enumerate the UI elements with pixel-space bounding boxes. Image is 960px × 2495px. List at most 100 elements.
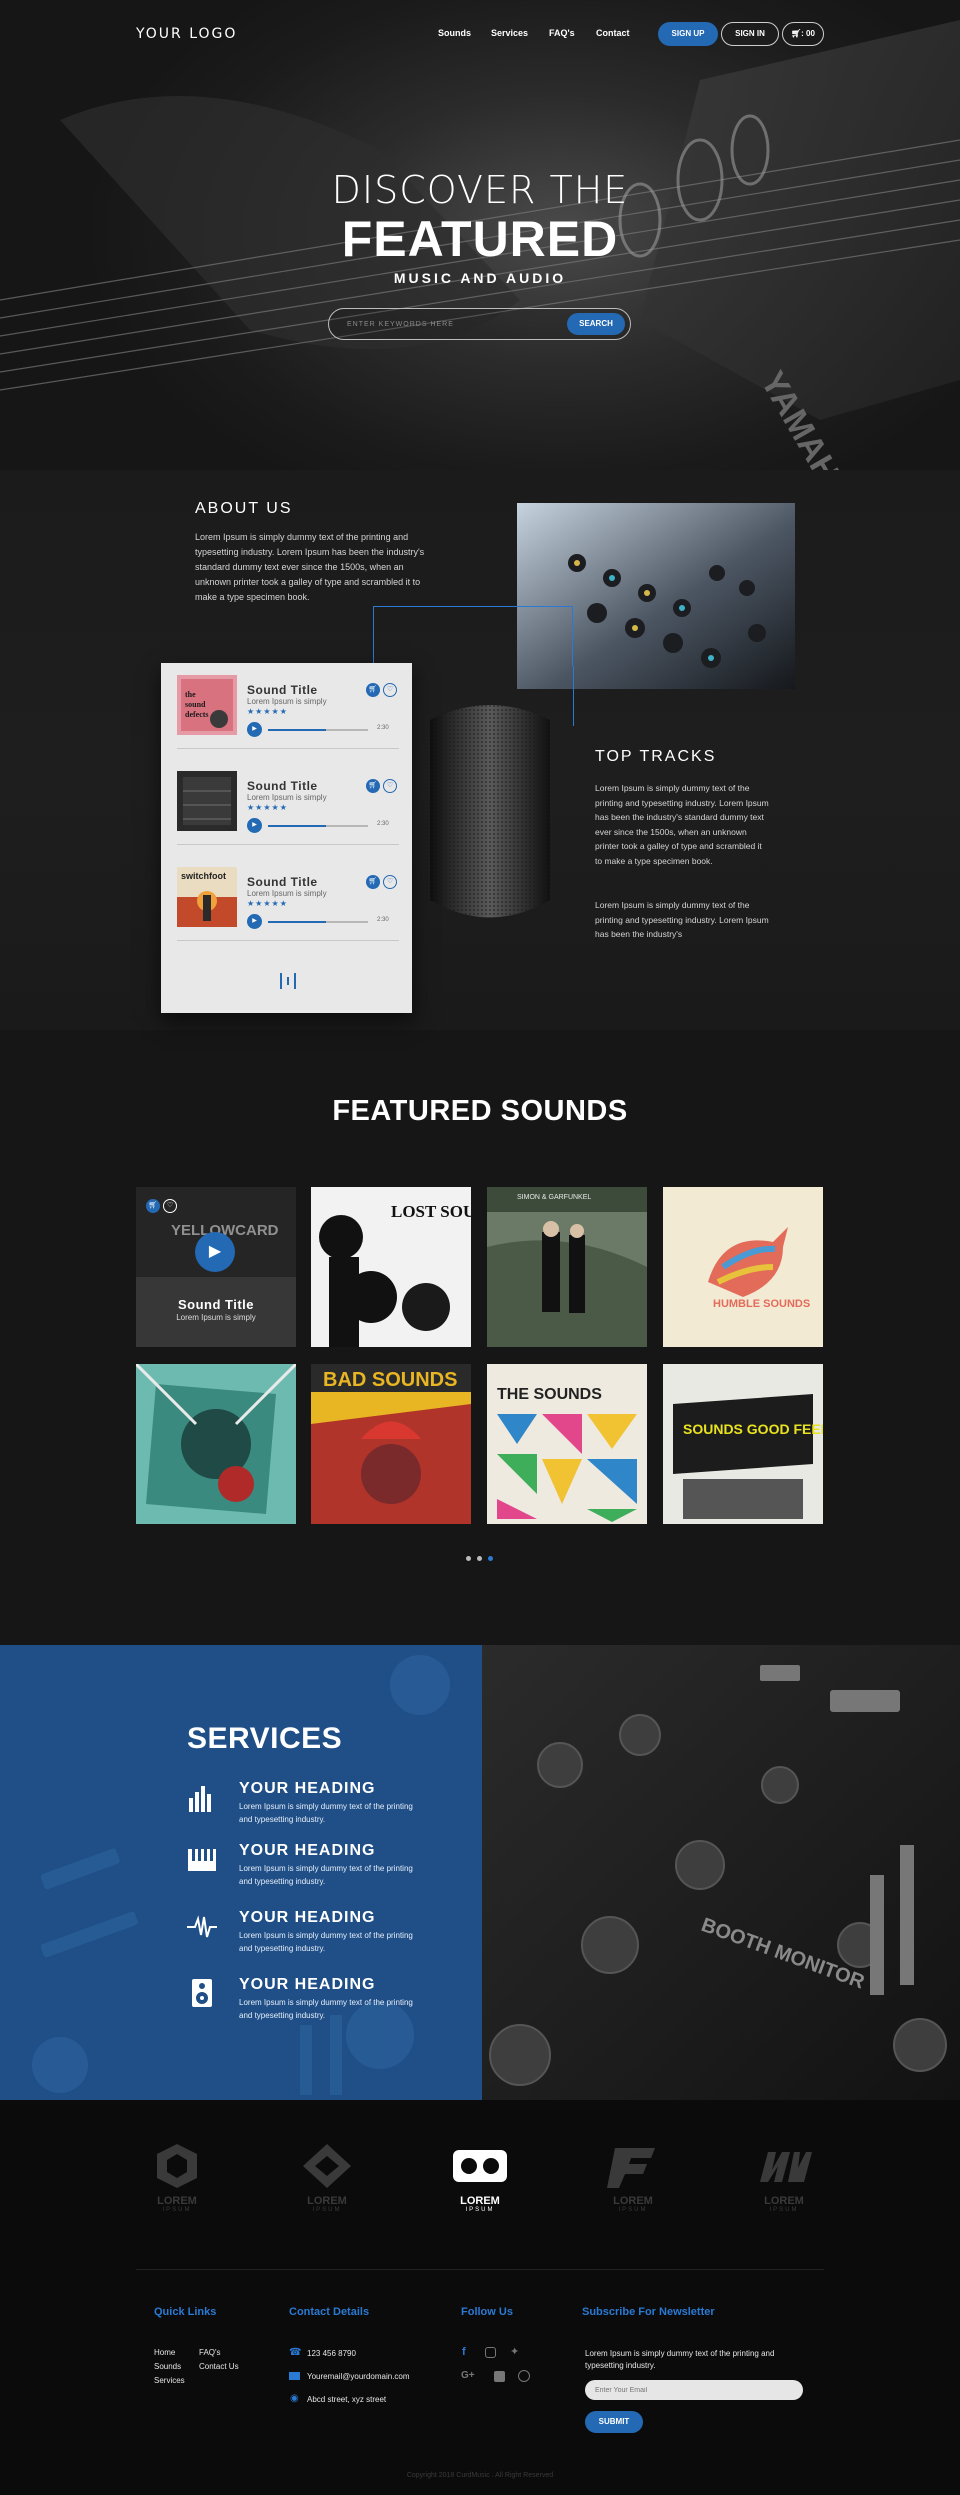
partner-sub: IPSUM	[312, 2207, 342, 2213]
connector-line	[373, 606, 573, 666]
progress-bar[interactable]	[268, 921, 368, 923]
nav-faqs[interactable]: FAQ's	[549, 28, 575, 38]
service-item: YOUR HEADING Lorem Ipsum is simply dummy…	[187, 1909, 487, 1969]
carousel-dot-active[interactable]	[488, 1556, 493, 1561]
star-rating: ★★★★★	[247, 803, 288, 812]
search-input[interactable]	[347, 317, 547, 331]
facebook-icon[interactable]: f	[462, 2346, 466, 2358]
track-item[interactable]: Sound Title Lorem Ipsum is simply ★★★★★ …	[177, 763, 399, 845]
partner-logo[interactable]: LOREM IPSUM	[147, 2142, 207, 2213]
pinterest-icon[interactable]	[518, 2370, 530, 2382]
submit-button[interactable]: SUBMIT	[585, 2411, 643, 2433]
site-footer: Quick Links Home Sounds Services FAQ's C…	[0, 2270, 960, 2495]
nav-services[interactable]: Services	[491, 28, 528, 38]
cart-icon[interactable]: 🛒︎	[366, 875, 380, 889]
track-item[interactable]: the sound defects Sound Title Lorem Ipsum …	[177, 667, 399, 749]
f-letter-logo-icon	[607, 2148, 655, 2188]
track-cover-3: switchfoot	[177, 867, 237, 927]
service-title: YOUR HEADING	[239, 1842, 376, 1859]
partner-sub: IPSUM	[465, 2207, 495, 2213]
carousel-dot[interactable]	[466, 1556, 471, 1561]
heart-icon[interactable]: ♡	[383, 683, 397, 697]
track-cover-1: the sound defects	[177, 675, 237, 735]
cart-count: : 00	[801, 29, 815, 38]
about-text: Lorem Ipsum is simply dummy text of the …	[195, 532, 425, 602]
sound-tile[interactable]: HUMBLE SOUNDS	[663, 1187, 823, 1347]
connector-line-2	[573, 666, 574, 726]
sound-tile[interactable]: SOUNDS GOOD FEELS GOOD	[663, 1364, 823, 1524]
footer-link-faqs[interactable]: FAQ's	[199, 2348, 221, 2357]
service-text: Lorem Ipsum is simply dummy text of the …	[239, 1998, 413, 2020]
featured-heading: FEATURED SOUNDS	[332, 1095, 628, 1127]
contact-heading: Contact Details	[289, 2306, 370, 2318]
svg-text:LOST SOUNDS: LOST SOUNDS	[391, 1202, 471, 1221]
heart-icon[interactable]: ♡	[383, 779, 397, 793]
heart-icon[interactable]: ♡	[383, 875, 397, 889]
partner-logo[interactable]: LOREM IPSUM	[297, 2142, 357, 2213]
play-icon[interactable]: ▶	[247, 914, 262, 929]
track-subtitle: Lorem Ipsum is simply	[247, 697, 327, 706]
hero-line-1: DISCOVER THE	[331, 168, 629, 212]
services-section: BOOTH MONITOR SERVICES YOUR HEADING Lore…	[0, 1645, 960, 2100]
cart-icon[interactable]: 🛒︎	[366, 779, 380, 793]
sound-tile[interactable]: THE SOUNDS	[487, 1364, 647, 1524]
footer-link-contact[interactable]: Contact Us	[199, 2362, 239, 2371]
contact-email[interactable]: Youremail@yourdomain.com	[307, 2372, 410, 2381]
sound-tile[interactable]: YELLOWCARD 🛒︎ ♡ ▶ Sound Title Lorem Ipsu…	[136, 1187, 296, 1347]
youtube-icon[interactable]	[494, 2371, 505, 2382]
play-icon[interactable]: ▶	[195, 1232, 235, 1272]
play-icon[interactable]: ▶	[247, 722, 262, 737]
signup-button[interactable]: SIGN UP	[658, 22, 718, 46]
tile-subtitle: Lorem Ipsum is simply	[176, 1313, 256, 1322]
infinity-logo-icon	[453, 2150, 507, 2182]
instagram-icon[interactable]	[485, 2347, 496, 2358]
play-icon[interactable]: ▶	[247, 818, 262, 833]
sound-tile[interactable]: BAD SOUNDS	[311, 1364, 471, 1524]
svg-text:defects: defects	[185, 710, 209, 719]
svg-text:SOUNDS GOOD FEELS GOOD: SOUNDS GOOD FEELS GOOD	[683, 1421, 823, 1437]
twitter-icon[interactable]: ✦	[510, 2345, 519, 2358]
track-subtitle: Lorem Ipsum is simply	[247, 889, 327, 898]
pause-icon[interactable]	[278, 973, 298, 989]
footer-link-home[interactable]: Home	[154, 2348, 175, 2357]
partner-logo[interactable]: LOREM IPSUM	[754, 2142, 814, 2213]
carousel-dot[interactable]	[477, 1556, 482, 1561]
svg-text:BAD SOUNDS: BAD SOUNDS	[323, 1369, 457, 1391]
partner-logo[interactable]: LOREM IPSUM	[603, 2142, 663, 2213]
track-cover-2	[177, 771, 237, 831]
sound-tile[interactable]: SIMON & GARFUNKEL	[487, 1187, 647, 1347]
track-duration: 2:30	[377, 725, 389, 731]
cart-icon[interactable]: 🛒︎	[366, 683, 380, 697]
partner-name: LOREM	[460, 2195, 500, 2207]
partner-name: LOREM	[157, 2195, 197, 2207]
sound-tile[interactable]: LOST SOUNDS	[311, 1187, 471, 1347]
email-icon	[289, 2372, 300, 2380]
progress-bar[interactable]	[268, 729, 368, 731]
google-plus-icon[interactable]: G+	[461, 2370, 475, 2381]
footer-link-sounds[interactable]: Sounds	[154, 2362, 181, 2371]
hero-line-2: FEATURED	[341, 211, 619, 267]
site-logo[interactable]: YOUR LOGO	[136, 26, 237, 42]
follow-heading: Follow Us	[461, 2306, 513, 2318]
progress-bar[interactable]	[268, 825, 368, 827]
track-item[interactable]: switchfoot Sound Title Lorem Ipsum is si…	[177, 859, 399, 941]
nav-sounds[interactable]: Sounds	[438, 28, 471, 38]
sound-tile[interactable]	[136, 1364, 296, 1524]
nav-contact[interactable]: Contact	[596, 28, 630, 38]
svg-text:sound: sound	[185, 700, 206, 709]
cart-button[interactable]: 🛒︎: 00	[782, 22, 824, 46]
service-text: Lorem Ipsum is simply dummy text of the …	[239, 1864, 413, 1886]
heart-icon[interactable]: ♡	[163, 1199, 177, 1213]
svg-text:HUMBLE SOUNDS: HUMBLE SOUNDS	[713, 1298, 810, 1310]
service-text: Lorem Ipsum is simply dummy text of the …	[239, 1802, 413, 1824]
newsletter-email-input[interactable]	[585, 2380, 803, 2400]
service-title: YOUR HEADING	[239, 1976, 376, 1993]
star-rating: ★★★★★	[247, 707, 288, 716]
signin-button[interactable]: SIGN IN	[721, 22, 779, 46]
top-tracks-text: Lorem Ipsum is simply dummy text of the …	[595, 783, 769, 866]
footer-link-services[interactable]: Services	[154, 2376, 185, 2385]
search-button[interactable]: SEARCH	[567, 313, 625, 335]
partner-logo-active[interactable]: LOREM IPSUM	[449, 2142, 511, 2213]
cart-icon[interactable]: 🛒︎	[146, 1199, 160, 1213]
microphone-image	[430, 705, 550, 918]
